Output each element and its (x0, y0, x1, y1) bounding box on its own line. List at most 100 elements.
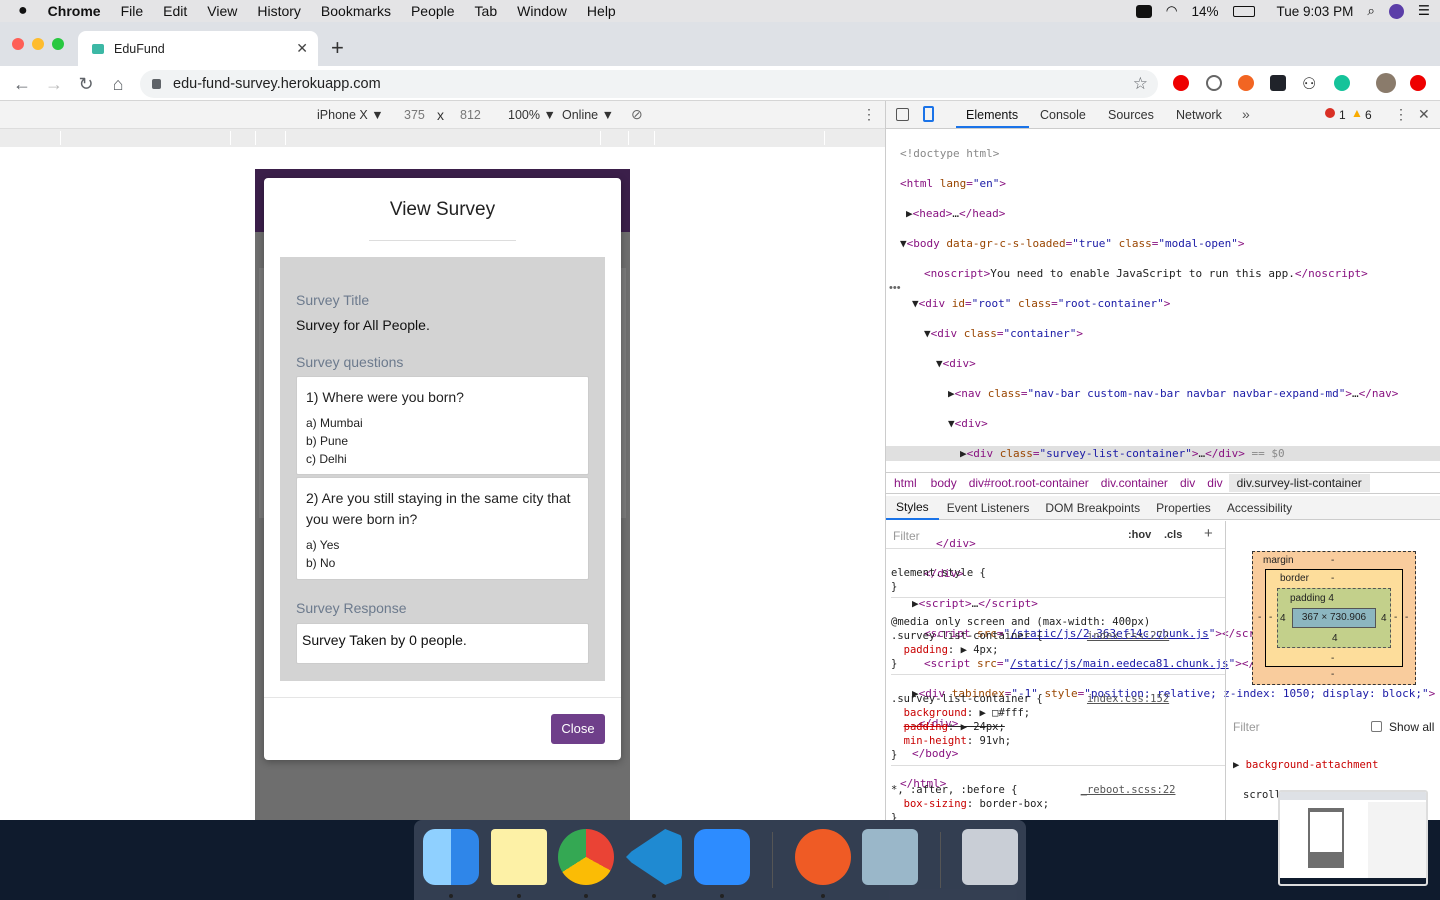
dom-line[interactable]: ▼<div> (886, 356, 1440, 371)
zoom-status-icon[interactable] (1135, 4, 1152, 18)
subtab-accessibility[interactable]: Accessibility (1219, 501, 1300, 515)
error-count[interactable]: 1 (1339, 108, 1346, 122)
network-select[interactable]: Online ▼ (562, 108, 614, 122)
dom-line-selected[interactable]: ▶<div class="survey-list-container">…</d… (886, 446, 1440, 461)
styles-filter-input[interactable]: Filter (893, 529, 920, 543)
media-query-ruler[interactable] (0, 129, 885, 147)
dom-line[interactable]: ▼<div class="container"> (886, 326, 1440, 341)
apple-icon[interactable]: ● (0, 2, 38, 20)
show-all-checkbox[interactable] (1371, 721, 1382, 732)
dom-line[interactable]: <!doctype html> (886, 146, 1440, 161)
dom-line[interactable]: <noscript>You need to enable JavaScript … (886, 266, 1440, 281)
wifi-icon[interactable]: ◠ (1166, 3, 1178, 19)
menu-bookmarks[interactable]: Bookmarks (311, 3, 401, 19)
device-height-input[interactable]: 812 (460, 108, 481, 122)
dom-line[interactable]: ▶<nav class="nav-bar custom-nav-bar navb… (886, 386, 1440, 401)
devtools-close-icon[interactable]: ✕ (1418, 106, 1430, 123)
subtab-dom-breakpoints[interactable]: DOM Breakpoints (1037, 501, 1148, 515)
menu-people[interactable]: People (401, 3, 465, 19)
back-icon[interactable]: ← (10, 72, 34, 96)
extension-react-icon[interactable] (1270, 75, 1286, 91)
breadcrumb-body[interactable]: body (925, 476, 963, 490)
profile-avatar[interactable] (1376, 73, 1396, 93)
window-zoom-button[interactable] (52, 38, 64, 50)
window-close-button[interactable] (12, 38, 24, 50)
inspect-element-icon[interactable] (896, 108, 909, 121)
breadcrumb-html[interactable]: html (886, 476, 925, 490)
warning-icon[interactable]: ▲ (1351, 106, 1363, 120)
css-rules[interactable]: element.style { } @media only screen and… (891, 551, 1225, 820)
dom-line[interactable]: ▼<div> (886, 416, 1440, 431)
device-select[interactable]: iPhone X ▼ (317, 108, 384, 122)
devtools-tab-sources[interactable]: Sources (1108, 108, 1154, 122)
menu-view[interactable]: View (197, 3, 247, 19)
device-more-icon[interactable]: ⋮ (862, 106, 876, 123)
menu-edit[interactable]: Edit (153, 3, 197, 19)
extension-spy-icon[interactable]: ⚇ (1302, 74, 1316, 94)
subtab-properties[interactable]: Properties (1148, 501, 1219, 515)
new-tab-button[interactable]: + (331, 35, 344, 61)
bookmark-star-icon[interactable]: ☆ (1133, 74, 1148, 94)
home-icon[interactable]: ⌂ (106, 72, 130, 96)
preview-icon[interactable] (862, 829, 918, 885)
window-minimize-button[interactable] (32, 38, 44, 50)
notes-icon[interactable] (491, 829, 547, 885)
postman-icon[interactable] (795, 829, 851, 885)
menu-help[interactable]: Help (577, 3, 626, 19)
rule-element-style[interactable]: element.style { } (891, 565, 1225, 598)
reload-icon[interactable]: ↻ (74, 72, 98, 96)
forward-icon[interactable]: → (42, 72, 66, 96)
breadcrumb-survey-list[interactable]: div.survey-list-container (1228, 474, 1370, 492)
device-width-input[interactable]: 375 (404, 108, 425, 122)
computed-filter-input[interactable]: Filter (1233, 720, 1260, 734)
dom-line[interactable]: ▼<div id="root" class="root-container"> (886, 296, 1440, 311)
menu-history[interactable]: History (247, 3, 311, 19)
zoom-select[interactable]: 100% ▼ (508, 108, 556, 122)
rule-media[interactable]: @media only screen and (max-width: 400px… (891, 612, 1225, 675)
devtools-tab-network[interactable]: Network (1176, 108, 1222, 122)
trash-icon[interactable] (962, 829, 1018, 885)
breadcrumb-div[interactable]: div (1174, 476, 1201, 490)
menu-window[interactable]: Window (507, 3, 577, 19)
box-model-diagram[interactable]: margin - - - - border - - - - padding 4 … (1252, 551, 1416, 685)
device-toggle-icon[interactable] (923, 106, 934, 122)
more-tabs-icon[interactable]: » (1242, 106, 1250, 122)
spotlight-icon[interactable]: ⌕ (1367, 3, 1375, 19)
extension-hex-icon[interactable] (1206, 75, 1222, 91)
update-alert-icon[interactable] (1410, 75, 1426, 91)
menu-app-name[interactable]: Chrome (38, 3, 111, 19)
rule-universal[interactable]: *, :after, :before { _reboot.scss:22 box… (891, 780, 1225, 820)
rotate-icon[interactable]: ⊘ (631, 106, 643, 123)
extension-orange-icon[interactable] (1238, 75, 1254, 91)
control-center-icon[interactable]: ☰ (1418, 3, 1430, 19)
address-bar[interactable]: edu-fund-survey.herokuapp.com ☆ (140, 70, 1158, 98)
dom-line[interactable]: ▼<body data-gr-c-s-loaded="true" class="… (886, 236, 1440, 251)
dom-tree[interactable]: <!doctype html> <html lang="en"> ▶<head>… (886, 131, 1440, 790)
rule-survey-list[interactable]: .survey-list-container { index.css:152 b… (891, 689, 1225, 766)
breadcrumb-root[interactable]: div#root.root-container (963, 476, 1095, 490)
hov-toggle[interactable]: :hov (1128, 529, 1151, 541)
close-button[interactable]: Close (551, 714, 605, 744)
chrome-icon[interactable] (558, 829, 614, 885)
new-rule-icon[interactable]: + (1204, 525, 1213, 542)
computed-prop[interactable]: ▶ background-attachment (1233, 758, 1378, 773)
battery-icon[interactable] (1232, 5, 1255, 17)
extension-adblock-icon[interactable] (1173, 75, 1189, 91)
subtab-event-listeners[interactable]: Event Listeners (939, 501, 1038, 515)
menu-tab[interactable]: Tab (465, 3, 508, 19)
tab-close-icon[interactable]: ✕ (296, 40, 308, 57)
cls-toggle[interactable]: .cls (1164, 529, 1182, 541)
screenshot-thumbnail[interactable] (1278, 790, 1428, 886)
breadcrumb-container[interactable]: div.container (1095, 476, 1174, 490)
devtools-tab-elements[interactable]: Elements (966, 108, 1018, 122)
siri-icon[interactable] (1388, 3, 1404, 19)
subtab-styles[interactable]: Styles (886, 496, 939, 520)
extension-grammarly-icon[interactable] (1334, 75, 1350, 91)
devtools-menu-icon[interactable]: ⋮ (1394, 106, 1408, 123)
clock[interactable]: Tue 9:03 PM (1277, 4, 1354, 19)
warning-count[interactable]: 6 (1365, 108, 1372, 122)
dom-line[interactable]: <html lang="en"> (886, 176, 1440, 191)
devtools-tab-console[interactable]: Console (1040, 108, 1086, 122)
finder-icon[interactable] (423, 829, 479, 885)
browser-tab[interactable]: EduFund ✕ (78, 31, 318, 66)
